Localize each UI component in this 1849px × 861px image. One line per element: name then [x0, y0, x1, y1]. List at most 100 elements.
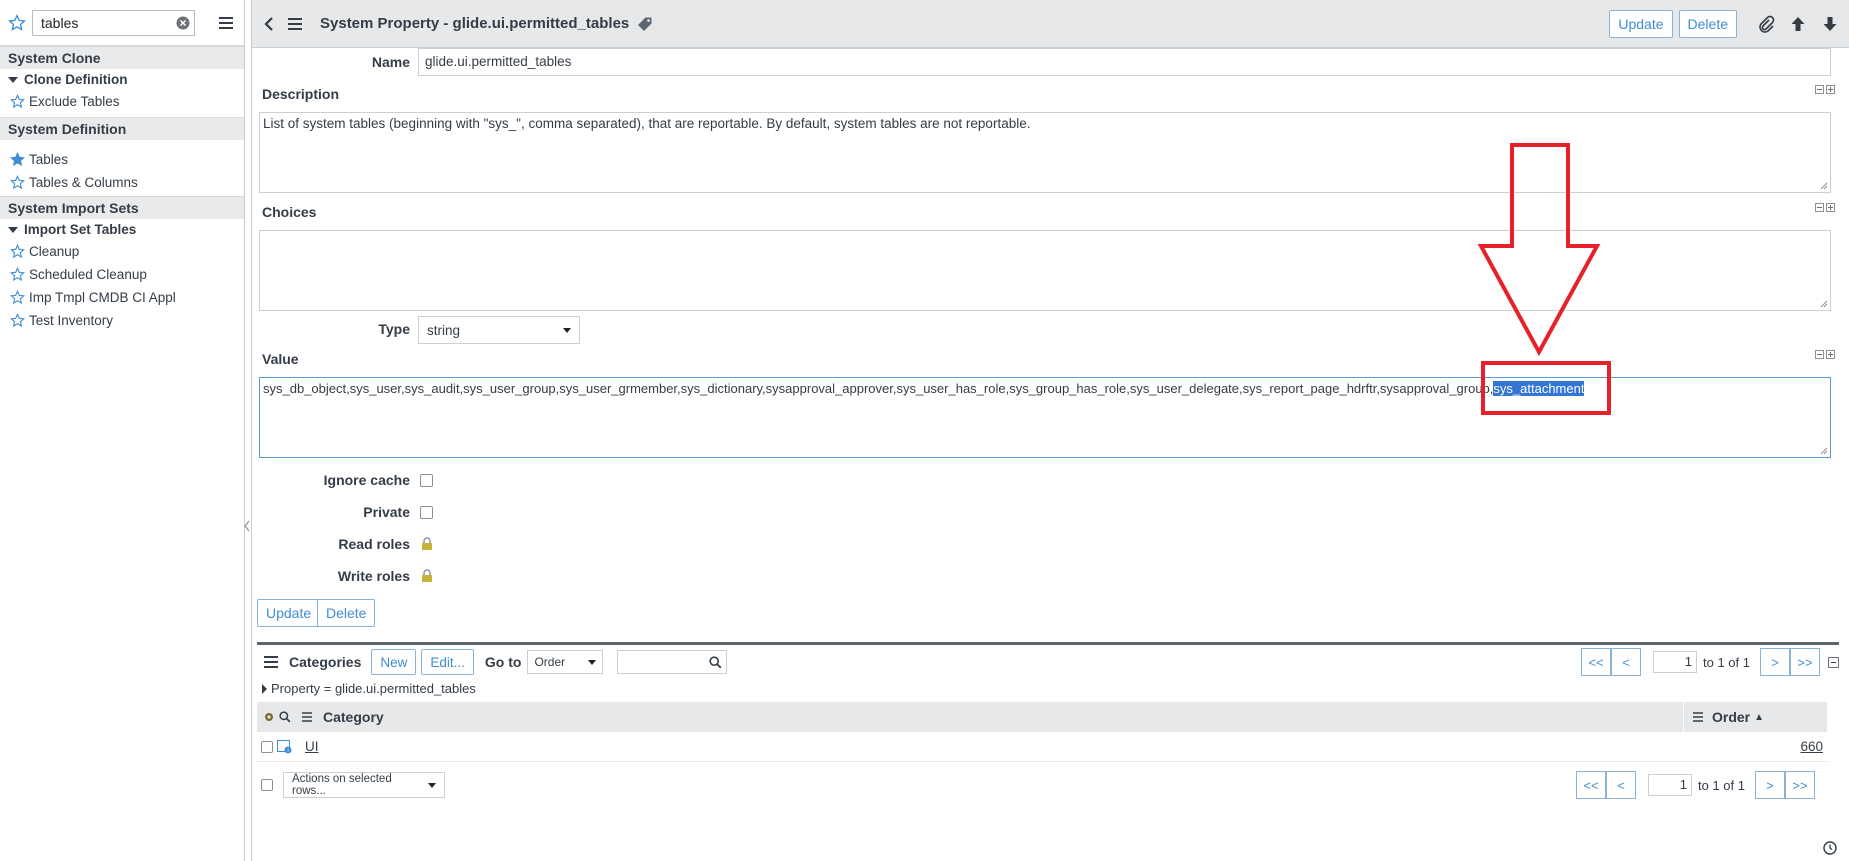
shrink-icon[interactable]: [1815, 85, 1824, 94]
page-input[interactable]: 1: [1653, 651, 1698, 673]
page-count-text: to 1 of 1: [1698, 777, 1745, 793]
star-outline-icon[interactable]: [10, 94, 25, 109]
collapse-sidebar-handle[interactable]: [244, 520, 250, 532]
star-outline-icon[interactable]: [10, 313, 25, 328]
category-link[interactable]: UI: [305, 739, 1683, 754]
timing-clock-icon[interactable]: [1823, 841, 1837, 855]
nav-group-clone-definition[interactable]: Clone Definition: [0, 69, 244, 90]
select-all-checkbox[interactable]: [261, 779, 273, 791]
star-outline-icon[interactable]: [10, 175, 25, 190]
list-menu-icon[interactable]: [263, 655, 279, 669]
private-checkbox[interactable]: [420, 506, 433, 519]
favorites-star-icon[interactable]: [8, 13, 26, 32]
column-header-order[interactable]: Order: [1712, 709, 1750, 725]
name-field[interactable]: glide.ui.permitted_tables: [418, 48, 1831, 76]
nav-item-scheduled-cleanup[interactable]: Scheduled Cleanup: [0, 263, 244, 286]
nav-item-tables[interactable]: Tables: [0, 148, 244, 171]
row-select-checkbox-cell: [257, 740, 275, 753]
resize-grip-icon[interactable]: [1820, 182, 1828, 190]
star-filled-icon[interactable]: [10, 152, 25, 167]
collapse-list-icon[interactable]: [1828, 656, 1839, 668]
star-outline-icon[interactable]: [10, 244, 25, 259]
choices-resize-controls[interactable]: [1815, 203, 1837, 213]
order-link[interactable]: 660: [1683, 739, 1827, 754]
edit-button[interactable]: Edit...: [421, 649, 474, 675]
prev-page-button[interactable]: <: [1611, 648, 1642, 676]
last-page-button[interactable]: >>: [1785, 771, 1815, 799]
lock-icon[interactable]: [421, 569, 433, 583]
nav-item-label: Test Inventory: [29, 313, 114, 328]
navigator-filter-input[interactable]: [39, 13, 176, 32]
page-input[interactable]: 1: [1648, 774, 1693, 796]
back-chevron-icon[interactable]: [262, 16, 276, 32]
goto-field-select[interactable]: Order: [527, 650, 604, 674]
caret-down-icon: [563, 327, 571, 333]
search-icon[interactable]: [709, 655, 722, 669]
description-resize-controls[interactable]: [1815, 85, 1837, 95]
clear-filter-icon[interactable]: [176, 16, 190, 30]
shrink-icon[interactable]: [1815, 203, 1824, 212]
expand-triangle-icon: [8, 76, 18, 83]
lock-icon[interactable]: [421, 537, 433, 551]
column-menu-icon[interactable]: [301, 712, 313, 722]
header-update-button[interactable]: Update: [1609, 9, 1673, 38]
prev-page-button[interactable]: <: [1606, 771, 1637, 799]
nav-item-cleanup[interactable]: Cleanup: [0, 240, 244, 263]
column-search-icon[interactable]: [279, 711, 291, 723]
ignore-cache-checkbox[interactable]: [420, 474, 433, 487]
description-textarea[interactable]: List of system tables (beginning with "s…: [259, 112, 1831, 193]
resize-grip-icon[interactable]: [1820, 300, 1828, 308]
previous-record-icon[interactable]: [1789, 15, 1807, 33]
column-menu-icon[interactable]: [1692, 712, 1704, 722]
next-page-button[interactable]: >: [1760, 648, 1790, 676]
list-filter-breadcrumb[interactable]: Property = glide.ui.permitted_tables: [262, 681, 476, 696]
private-label: Private: [363, 504, 410, 520]
goto-select-value: Order: [534, 655, 566, 669]
navigator-filter-bar: [0, 0, 244, 46]
column-header-category[interactable]: Category: [323, 709, 1683, 725]
expand-icon[interactable]: [1826, 350, 1835, 359]
context-menu-icon[interactable]: [286, 16, 304, 32]
nav-section-system-clone[interactable]: System Clone: [0, 46, 244, 69]
nav-item-tables-columns[interactable]: Tables & Columns: [0, 171, 244, 194]
nav-group-import-set-tables[interactable]: Import Set Tables: [0, 219, 244, 240]
actions-select[interactable]: Actions on selected rows...: [283, 772, 445, 798]
tag-icon[interactable]: [637, 16, 653, 32]
next-record-icon[interactable]: [1821, 15, 1839, 33]
paperclip-icon[interactable]: [1757, 15, 1775, 33]
nav-item-test-inventory[interactable]: Test Inventory: [0, 309, 244, 332]
expand-icon[interactable]: [1826, 203, 1835, 212]
nav-group-label: Import Set Tables: [24, 222, 137, 237]
name-label: Name: [371, 54, 410, 70]
nav-item-exclude-tables[interactable]: Exclude Tables: [0, 90, 244, 113]
form-update-button[interactable]: Update: [257, 599, 321, 627]
first-page-button[interactable]: <<: [1581, 648, 1612, 676]
choices-textarea[interactable]: [259, 230, 1831, 311]
personalize-gear-icon[interactable]: [257, 711, 279, 723]
nav-item-imp-tmpl-cmdb-ci-appl[interactable]: Imp Tmpl CMDB CI Appl: [0, 286, 244, 309]
type-select[interactable]: string: [418, 316, 580, 344]
first-page-button[interactable]: <<: [1576, 771, 1607, 799]
last-page-button[interactable]: >>: [1790, 648, 1820, 676]
resize-grip-icon[interactable]: [1820, 447, 1828, 455]
list-search-box[interactable]: [617, 650, 728, 674]
new-button[interactable]: New: [371, 649, 417, 675]
column-header-order-cell[interactable]: Order ▲: [1683, 702, 1827, 732]
expand-icon[interactable]: [1826, 85, 1835, 94]
nav-section-system-definition[interactable]: System Definition: [0, 117, 244, 140]
value-resize-controls[interactable]: [1815, 350, 1837, 360]
value-textarea[interactable]: sys_db_object,sys_user,sys_audit,sys_use…: [259, 377, 1831, 458]
row-select-checkbox[interactable]: [261, 740, 273, 753]
nav-section-system-import-sets[interactable]: System Import Sets: [0, 196, 244, 219]
page-title: System Property - glide.ui.permitted_tab…: [320, 15, 630, 32]
record-preview-icon[interactable]: i: [277, 739, 293, 754]
expand-filter-icon[interactable]: [262, 683, 267, 694]
star-outline-icon[interactable]: [10, 267, 25, 282]
hamburger-menu-icon[interactable]: [216, 13, 236, 33]
shrink-icon[interactable]: [1815, 350, 1824, 359]
star-outline-icon[interactable]: [10, 290, 25, 305]
form-delete-button[interactable]: Delete: [317, 599, 376, 627]
header-delete-button[interactable]: Delete: [1678, 9, 1737, 38]
next-page-button[interactable]: >: [1755, 771, 1785, 799]
actions-select-value: Actions on selected rows...: [292, 773, 392, 797]
